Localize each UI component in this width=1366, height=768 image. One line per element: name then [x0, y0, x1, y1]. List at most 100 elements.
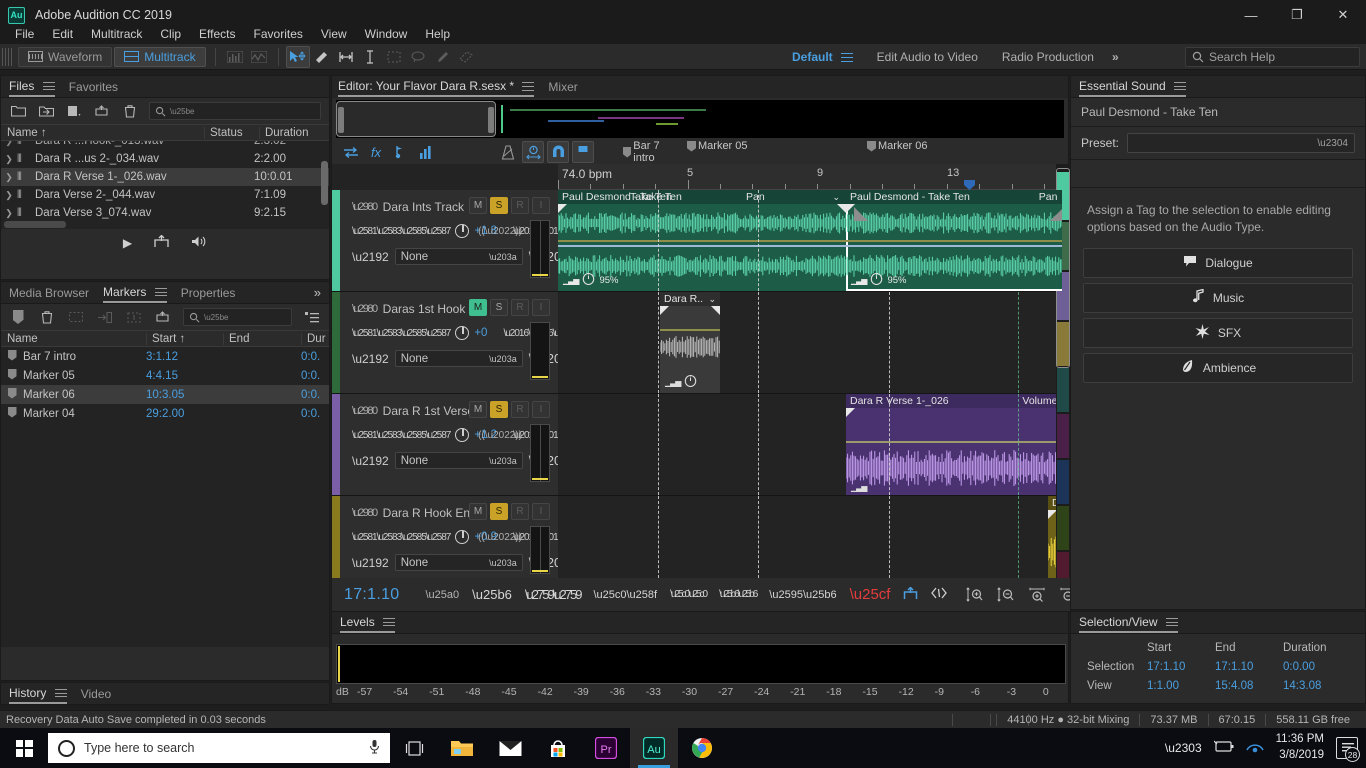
record-button[interactable]: \u25cf — [850, 586, 891, 603]
tab-properties[interactable]: Properties — [181, 284, 236, 302]
task-view-button[interactable] — [390, 728, 438, 768]
battery-icon[interactable] — [1213, 740, 1234, 756]
menu-clip[interactable]: Clip — [151, 25, 190, 43]
audio-type-music-button[interactable]: Music — [1083, 282, 1353, 313]
expand-icon[interactable]: ❯ — [1, 172, 17, 183]
sv-selection-start[interactable]: 17:1.10 — [1147, 661, 1215, 673]
chevron-down-icon[interactable]: ⌄ — [1060, 192, 1062, 203]
essential-sound-menu-icon[interactable] — [1174, 81, 1187, 91]
new-file-icon[interactable] — [65, 102, 83, 120]
tab-essential-sound[interactable]: Essential Sound — [1079, 77, 1187, 97]
tab-favorites[interactable]: Favorites — [69, 78, 118, 96]
delete-file-icon[interactable] — [121, 102, 139, 120]
markers-col-dur[interactable]: Dur — [301, 332, 329, 345]
tab-files[interactable]: Files — [9, 77, 55, 97]
track-solo-button[interactable]: S — [490, 197, 508, 214]
slip-tool-icon[interactable] — [334, 46, 358, 68]
clip-volume-envelope[interactable] — [558, 240, 846, 242]
files-play-icon[interactable]: ▶ — [123, 236, 132, 250]
track-input-button[interactable]: I — [532, 197, 550, 214]
volume-value[interactable]: +0 — [474, 327, 487, 339]
marker-row[interactable]: Marker 06 10:3.05 0:0. — [1, 385, 329, 404]
workspace-default[interactable]: Default — [780, 50, 865, 64]
markers-list[interactable]: Bar 7 intro 3:1.12 0:0. Marker 05 4:4.15 0:0.… — [1, 347, 329, 647]
clip-header[interactable]: Paul Desmond - Take Ten Pan⌄ — [846, 190, 1062, 204]
export-markers-file-icon[interactable] — [154, 308, 172, 326]
microsoft-store-button[interactable] — [534, 728, 582, 768]
clip-gain-icon[interactable]: ▁▃▅ — [563, 276, 580, 285]
clip-fade-in-handle[interactable] — [846, 408, 855, 417]
menu-file[interactable]: File — [6, 25, 43, 43]
clip-automation-label[interactable]: Pan — [746, 191, 765, 203]
clip-volume-envelope[interactable] — [846, 441, 1062, 443]
track-lane[interactable]: Dar — [558, 496, 1062, 578]
clip-volume-envelope[interactable] — [846, 240, 1062, 242]
status-duration[interactable]: 67:0.15 — [1207, 713, 1266, 726]
audio-clip[interactable]: Dara R.. ⌄ ▁▃▅ — [660, 292, 720, 393]
sv-selection-end[interactable]: 17:1.10 — [1215, 661, 1283, 673]
action-center-button[interactable]: 28 — [1336, 737, 1360, 762]
marker-row[interactable]: Marker 05 4:4.15 0:0. — [1, 366, 329, 385]
track-solo-button[interactable]: S — [490, 503, 508, 520]
menu-multitrack[interactable]: Multitrack — [82, 25, 151, 43]
audio-type-sfx-button[interactable]: SFX — [1083, 317, 1353, 348]
show-hidden-icons-button[interactable]: \u2303 — [1165, 741, 1202, 755]
expand-icon[interactable]: ❯ — [1, 208, 17, 219]
track-input-monitor-icon[interactable]: ((\u2022)) — [478, 430, 522, 441]
clip-pan-envelope[interactable] — [558, 245, 846, 247]
spectral-frequency-icon[interactable] — [223, 46, 247, 68]
file-explorer-button[interactable] — [438, 728, 486, 768]
levels-panel-menu-icon[interactable] — [383, 617, 396, 627]
volume-knob[interactable] — [455, 326, 470, 340]
file-row[interactable]: ❯ ⦀ Dara R Verse 1-_026.wav 10:0.01 — [1, 168, 329, 186]
zoom-in-amplitude-icon[interactable] — [965, 585, 985, 605]
google-chrome-button[interactable] — [678, 728, 726, 768]
export-file-icon[interactable] — [93, 102, 111, 120]
marker-row[interactable]: Bar 7 intro 3:1.12 0:0. — [1, 347, 329, 366]
workspace-edit-audio-to-video[interactable]: Edit Audio to Video — [865, 50, 990, 64]
track-input-button[interactable]: I — [532, 503, 550, 520]
marker-duration[interactable]: 0:0. — [301, 370, 329, 382]
microphone-icon[interactable] — [369, 739, 380, 757]
tab-editor[interactable]: Editor: Your Flavor Dara R.sesx * — [338, 77, 535, 97]
pause-button[interactable]: \u2759\u2759 — [525, 587, 583, 602]
marker-row[interactable]: Marker 04 29:2.00 0:0. — [1, 404, 329, 423]
track-solo-button[interactable]: S — [490, 299, 508, 316]
clip-gain-icon[interactable]: ▁▃▅ — [665, 378, 682, 387]
timeline-marker[interactable]: Marker 05 — [687, 140, 757, 152]
audio-clip[interactable]: Paul Desmond - Take Ten ▁▃▅ 95% — [558, 190, 846, 291]
menu-view[interactable]: View — [312, 25, 356, 43]
current-time-display[interactable]: 17:1.10 — [344, 586, 399, 604]
track-output-select[interactable]: None \u203a — [394, 350, 523, 367]
mail-button[interactable] — [486, 728, 534, 768]
skip-selection-button[interactable] — [931, 587, 948, 602]
track-lane[interactable]: Paul Desmond - Take Ten ▁▃▅ 95% Pan ⌄ Take Te… — [558, 190, 1062, 291]
track-overview-segment[interactable] — [1057, 414, 1069, 458]
files-col-duration[interactable]: Duration — [259, 126, 329, 139]
file-row[interactable]: ❯⦀Dara R ...Hook-_013.wav 2:3.02 — [1, 141, 329, 150]
marker-start[interactable]: 29:2.00 — [146, 408, 223, 420]
files-panel-menu-icon[interactable] — [42, 81, 55, 91]
sv-view-end[interactable]: 15:4.08 — [1215, 680, 1283, 692]
insert-into-playlist-icon[interactable] — [96, 308, 114, 326]
file-row[interactable]: ❯ ⦀ Dara Verse 3_074.wav 9:2.15 — [1, 204, 329, 222]
zoom-nav-right-handle[interactable] — [488, 107, 494, 133]
files-search-input[interactable]: \u25be — [149, 102, 321, 120]
status-free-space[interactable]: 558.11 GB free — [1265, 713, 1360, 726]
markers-panel-menu-icon[interactable] — [154, 287, 167, 297]
track-output-select[interactable]: None \u203a — [394, 248, 523, 265]
add-marker-icon[interactable] — [9, 308, 27, 326]
markers-col-name[interactable]: Name — [1, 333, 146, 345]
network-icon[interactable] — [1245, 740, 1264, 757]
files-horizontal-scrollbar[interactable] — [4, 221, 66, 228]
track-input-monitor-icon[interactable]: ((\u2022)) — [478, 226, 522, 237]
rewind-button[interactable]: \u25c0\u25c0 — [670, 589, 708, 600]
clip-gain-icon[interactable]: ▁▃▅ — [851, 276, 868, 285]
toolbar-grip[interactable] — [2, 47, 12, 66]
markers-options-icon[interactable] — [303, 308, 321, 326]
clip-stretch-icon[interactable] — [684, 374, 697, 390]
audio-type-ambience-button[interactable]: Ambience — [1083, 352, 1353, 383]
file-row[interactable]: ❯ ⦀ Dara R ...us 2-_034.wav 2:2.00 — [1, 150, 329, 168]
marquee-selection-tool-icon[interactable] — [382, 46, 406, 68]
spectral-pitch-icon[interactable] — [247, 46, 271, 68]
